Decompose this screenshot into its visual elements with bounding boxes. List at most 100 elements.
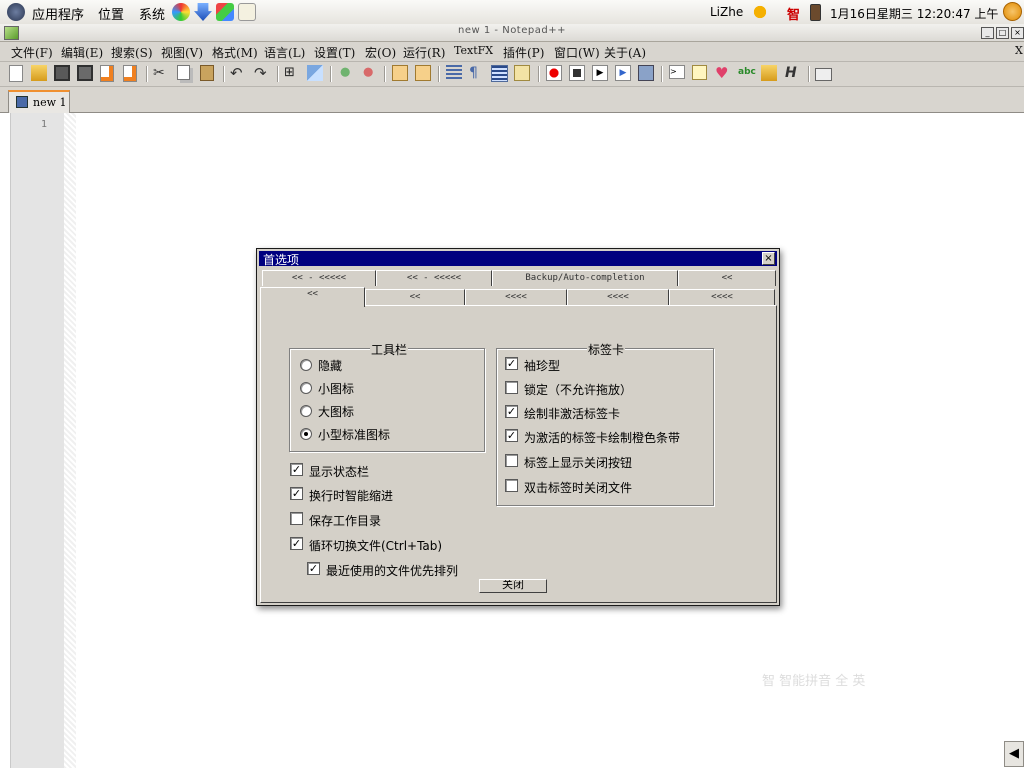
function-list-icon[interactable] xyxy=(692,65,707,80)
panel-user-name[interactable]: LiZhe xyxy=(710,5,743,19)
tab-row2-2[interactable]: << xyxy=(365,289,465,305)
close-file-icon[interactable] xyxy=(100,65,114,82)
spell-check-icon[interactable]: abc xyxy=(738,65,756,81)
mru-order-checkbox[interactable]: ✓ xyxy=(307,562,320,575)
menu-plugins[interactable]: 插件(P) xyxy=(503,44,544,61)
window-titlebar[interactable]: new 1 - Notepad++ _ □ × xyxy=(0,24,1024,42)
zoom-out-icon[interactable] xyxy=(361,65,377,81)
menu-view[interactable]: 视图(V) xyxy=(161,44,203,61)
tab-row2-5[interactable]: <<<< xyxy=(669,289,775,305)
sync-horizontal-icon[interactable] xyxy=(415,65,431,81)
ctrl-tab-checkbox[interactable]: ✓ xyxy=(290,537,303,550)
toolbar: ✂ ↶ ↷ ⊞ ¶ ▶ ▶ > ♥ abc H xyxy=(0,62,1024,87)
menu-textfx[interactable]: TextFX xyxy=(454,44,493,57)
explorer-icon[interactable] xyxy=(761,65,777,81)
show-statusbar-label: 显示状态栏 xyxy=(309,465,370,479)
replace-icon[interactable] xyxy=(307,65,323,81)
tab-close-button-checkbox[interactable] xyxy=(505,454,518,467)
menu-edit[interactable]: 编辑(E) xyxy=(61,44,103,61)
text-editor-launcher-icon[interactable] xyxy=(238,3,256,21)
copy-icon[interactable] xyxy=(177,65,190,80)
show-all-chars-icon[interactable]: ¶ xyxy=(469,65,485,81)
tab-row2-3[interactable]: <<<< xyxy=(465,289,567,305)
close-button[interactable]: 关闭 xyxy=(479,579,547,593)
print-icon[interactable] xyxy=(815,68,832,81)
undo-icon[interactable]: ↶ xyxy=(230,65,246,81)
menu-format[interactable]: 格式(M) xyxy=(212,44,258,61)
menu-file[interactable]: 文件(F) xyxy=(11,44,53,61)
panel-menu-applications[interactable]: 应用程序 xyxy=(32,4,84,23)
document-tab[interactable]: new 1 xyxy=(8,90,70,113)
menu-window[interactable]: 窗口(W) xyxy=(554,44,600,61)
play-macro-icon[interactable]: ▶ xyxy=(592,65,608,81)
panel-menu-places[interactable]: 位置 xyxy=(98,4,124,23)
save-workdir-checkbox[interactable] xyxy=(290,512,303,525)
fold-margin[interactable] xyxy=(64,113,76,768)
show-statusbar-checkbox[interactable]: ✓ xyxy=(290,463,303,476)
download-launcher-icon[interactable] xyxy=(194,3,212,21)
cube-launcher-icon[interactable] xyxy=(216,3,234,21)
open-file-icon[interactable] xyxy=(31,65,47,81)
word-wrap-icon[interactable] xyxy=(446,65,462,81)
power-icon[interactable] xyxy=(1003,2,1022,21)
stop-macro-icon[interactable] xyxy=(569,65,585,81)
toolbar-large-radio[interactable] xyxy=(300,405,312,417)
tab-row1-4[interactable]: << xyxy=(678,270,776,286)
menu-search[interactable]: 搜索(S) xyxy=(111,44,153,61)
menu-language[interactable]: 语言(L) xyxy=(264,44,305,61)
smart-indent-checkbox[interactable]: ✓ xyxy=(290,487,303,500)
toolbar-small-radio[interactable] xyxy=(300,382,312,394)
toolbar-hide-radio[interactable] xyxy=(300,359,312,371)
close-window-button[interactable]: × xyxy=(1011,27,1024,39)
panel-menu-system[interactable]: 系统 xyxy=(139,4,165,23)
user-lang-icon[interactable] xyxy=(514,65,530,81)
menubar-close-x[interactable]: X xyxy=(1015,44,1023,57)
menu-settings[interactable]: 设置(T) xyxy=(314,44,355,61)
new-file-icon[interactable] xyxy=(9,65,23,82)
toolbar-separator xyxy=(661,66,663,82)
toolbar-standard-radio[interactable] xyxy=(300,428,312,440)
zoom-in-icon[interactable] xyxy=(338,65,354,81)
tab-row1-backup[interactable]: Backup/Auto-completion xyxy=(492,270,678,286)
tab-lock-checkbox[interactable] xyxy=(505,381,518,394)
save-workdir-label: 保存工作目录 xyxy=(309,514,382,528)
tab-row2-active[interactable]: << xyxy=(260,287,365,307)
tab-compact-checkbox[interactable]: ✓ xyxy=(505,357,518,370)
menu-run[interactable]: 运行(R) xyxy=(403,44,445,61)
console-icon[interactable]: > xyxy=(669,65,685,79)
cut-icon[interactable]: ✂ xyxy=(153,65,169,81)
ime-toolbar[interactable]: 智 智能拼音 全 英 xyxy=(752,664,1024,694)
tab-dblclick-close-checkbox[interactable] xyxy=(505,479,518,492)
save-macro-icon[interactable] xyxy=(638,65,654,81)
tab-draw-inactive-checkbox[interactable]: ✓ xyxy=(505,405,518,418)
tab-row1-2[interactable]: << - <<<<< xyxy=(376,270,492,286)
menu-about[interactable]: 关于(A) xyxy=(604,44,646,61)
save-icon[interactable] xyxy=(54,65,70,81)
close-all-icon[interactable] xyxy=(123,65,137,82)
tab-row1-1[interactable]: << - <<<<< xyxy=(262,270,376,286)
indent-guide-icon[interactable] xyxy=(491,65,508,82)
play-multiple-icon[interactable]: ▶ xyxy=(615,65,631,81)
menu-macro[interactable]: 宏(O) xyxy=(365,44,396,61)
tab-row2-4[interactable]: <<<< xyxy=(567,289,669,305)
redo-icon[interactable]: ↷ xyxy=(254,65,270,81)
save-all-icon[interactable] xyxy=(77,65,93,81)
tab-orange-bar-checkbox[interactable]: ✓ xyxy=(505,429,518,442)
find-icon[interactable]: ⊞ xyxy=(284,65,300,81)
gnome-foot-icon[interactable] xyxy=(7,3,25,21)
hex-editor-icon[interactable]: H xyxy=(785,65,801,81)
preferences-dialog: 首选项 × << - <<<<< << - <<<<< Backup/Auto-… xyxy=(256,248,780,606)
scroll-left-button[interactable]: ◀ xyxy=(1004,741,1024,767)
browser-launcher-icon[interactable] xyxy=(172,3,190,21)
dialog-titlebar[interactable]: 首选项 × xyxy=(259,251,777,267)
minimize-button[interactable]: _ xyxy=(981,27,994,39)
toolbar-separator xyxy=(438,66,440,82)
maximize-button[interactable]: □ xyxy=(996,27,1009,39)
sync-vertical-icon[interactable] xyxy=(392,65,408,81)
panel-clock[interactable]: 1月16日星期三 12:20:47 上午 xyxy=(830,5,998,22)
dialog-close-icon[interactable]: × xyxy=(762,252,775,265)
ime-indicator[interactable]: 智 xyxy=(787,4,800,23)
heart-icon[interactable]: ♥ xyxy=(715,65,731,81)
paste-icon[interactable] xyxy=(200,65,214,81)
record-macro-icon[interactable] xyxy=(546,65,562,81)
